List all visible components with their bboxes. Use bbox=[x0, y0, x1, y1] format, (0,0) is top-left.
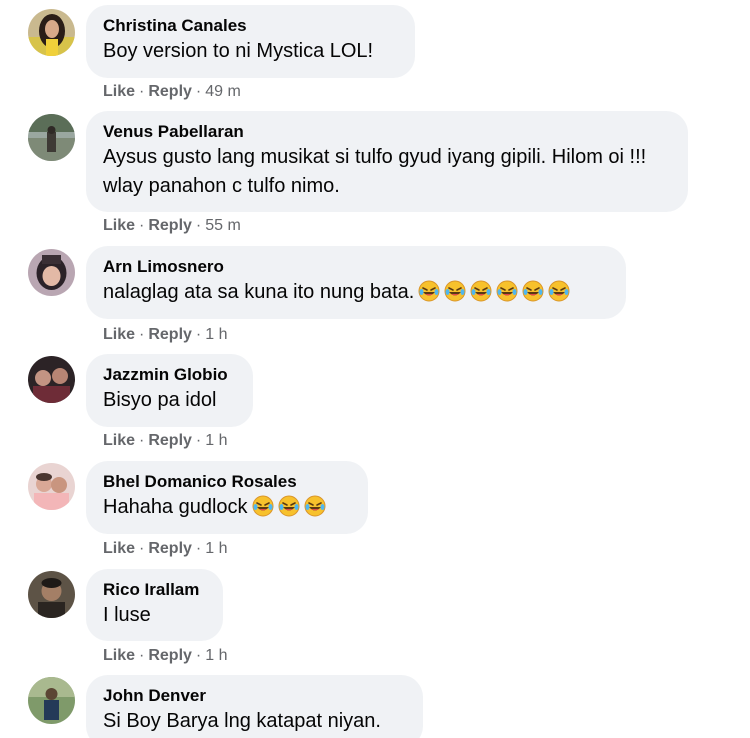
comment-author[interactable]: John Denver bbox=[103, 685, 406, 707]
comment-actions: Like · Reply · 49 m bbox=[103, 82, 241, 102]
comment-author[interactable]: Jazzmin Globio bbox=[103, 364, 236, 386]
comment-timestamp[interactable]: 1 h bbox=[205, 432, 227, 449]
comment-text: Si Boy Barya lng katapat niyan. bbox=[103, 710, 381, 732]
comment-actions: Like · Reply · 55 m bbox=[103, 216, 241, 236]
avatar-outdoor-icon bbox=[28, 677, 75, 724]
separator: · bbox=[139, 647, 145, 664]
comment-bubble: Venus Pabellaran Aysus gusto lang musika… bbox=[86, 111, 688, 212]
rolling-on-floor-laughing-emoji bbox=[522, 280, 544, 302]
avatar[interactable] bbox=[28, 571, 75, 618]
separator: · bbox=[195, 647, 202, 664]
emoji-row bbox=[248, 495, 326, 518]
comment-bubble: Arn Limosnero nalaglag ata sa kuna ito n… bbox=[86, 246, 626, 319]
comment-text: nalaglag ata sa kuna ito nung bata. bbox=[103, 281, 415, 303]
reply-button[interactable]: Reply bbox=[148, 83, 192, 100]
comment-text: Hahaha gudlock bbox=[103, 496, 248, 518]
reply-button[interactable]: Reply bbox=[148, 326, 192, 343]
comment-list: Christina Canales Boy version to ni Myst… bbox=[0, 0, 750, 738]
comment-text-line: Hahaha gudlock bbox=[103, 493, 351, 522]
avatar[interactable] bbox=[28, 114, 75, 161]
comment-timestamp[interactable]: 1 h bbox=[205, 647, 227, 664]
avatar-group-icon bbox=[28, 356, 75, 403]
avatar-landscape-icon bbox=[28, 114, 75, 161]
comment-bubble: Christina Canales Boy version to ni Myst… bbox=[86, 5, 415, 78]
reply-button[interactable]: Reply bbox=[148, 432, 192, 449]
avatar[interactable] bbox=[28, 249, 75, 296]
comment-text: Boy version to ni Mystica LOL! bbox=[103, 40, 374, 62]
separator: · bbox=[139, 540, 145, 557]
separator: · bbox=[139, 83, 145, 100]
comment-author[interactable]: Bhel Domanico Rosales bbox=[103, 471, 351, 493]
comment-bubble: John Denver Si Boy Barya lng katapat niy… bbox=[86, 675, 423, 738]
rolling-on-floor-laughing-emoji bbox=[304, 495, 326, 517]
like-button[interactable]: Like bbox=[103, 540, 135, 557]
separator: · bbox=[139, 432, 145, 449]
like-button[interactable]: Like bbox=[103, 432, 135, 449]
comment-author[interactable]: Venus Pabellaran bbox=[103, 121, 671, 143]
like-button[interactable]: Like bbox=[103, 647, 135, 664]
comment-timestamp[interactable]: 1 h bbox=[205, 540, 227, 557]
separator: · bbox=[139, 217, 145, 234]
reply-button[interactable]: Reply bbox=[148, 540, 192, 557]
rolling-on-floor-laughing-emoji bbox=[444, 280, 466, 302]
rolling-on-floor-laughing-emoji bbox=[470, 280, 492, 302]
comment-timestamp[interactable]: 1 h bbox=[205, 326, 227, 343]
avatar[interactable] bbox=[28, 463, 75, 510]
comment-timestamp[interactable]: 49 m bbox=[205, 83, 241, 100]
rolling-on-floor-laughing-emoji bbox=[496, 280, 518, 302]
separator: · bbox=[195, 83, 202, 100]
emoji-row bbox=[414, 280, 570, 303]
like-button[interactable]: Like bbox=[103, 326, 135, 343]
comment-text: Bisyo pa idol bbox=[103, 389, 217, 411]
comment-bubble: Jazzmin Globio Bisyo pa idol bbox=[86, 354, 253, 427]
comment-author[interactable]: Arn Limosnero bbox=[103, 256, 609, 278]
comment-actions: Like · Reply · 1 h bbox=[103, 431, 228, 451]
comment-author[interactable]: Rico Irallam bbox=[103, 579, 206, 601]
rolling-on-floor-laughing-emoji bbox=[548, 280, 570, 302]
comment-actions: Like · Reply · 1 h bbox=[103, 539, 228, 559]
avatar[interactable] bbox=[28, 356, 75, 403]
comment-bubble: Bhel Domanico Rosales Hahaha gudlock bbox=[86, 461, 368, 534]
comment-timestamp[interactable]: 55 m bbox=[205, 217, 241, 234]
comment-author[interactable]: Christina Canales bbox=[103, 15, 398, 37]
like-button[interactable]: Like bbox=[103, 217, 135, 234]
comment-bubble: Rico Irallam I luse bbox=[86, 569, 223, 641]
comment-text: Aysus gusto lang musikat si tulfo gyud i… bbox=[103, 146, 647, 197]
separator: · bbox=[195, 432, 202, 449]
rolling-on-floor-laughing-emoji bbox=[418, 280, 440, 302]
avatar-couple-icon bbox=[28, 463, 75, 510]
reply-button[interactable]: Reply bbox=[148, 217, 192, 234]
comment-actions: Like · Reply · 1 h bbox=[103, 646, 228, 666]
separator: · bbox=[195, 540, 202, 557]
comment-text: I luse bbox=[103, 604, 151, 626]
reply-button[interactable]: Reply bbox=[148, 647, 192, 664]
rolling-on-floor-laughing-emoji bbox=[278, 495, 300, 517]
avatar-child-icon bbox=[28, 249, 75, 296]
avatar[interactable] bbox=[28, 677, 75, 724]
avatar-man-icon bbox=[28, 571, 75, 618]
comment-text-line: nalaglag ata sa kuna ito nung bata. bbox=[103, 278, 609, 307]
separator: · bbox=[195, 326, 202, 343]
avatar[interactable] bbox=[28, 9, 75, 56]
separator: · bbox=[195, 217, 202, 234]
separator: · bbox=[139, 326, 145, 343]
comment-actions: Like · Reply · 1 h bbox=[103, 325, 228, 345]
like-button[interactable]: Like bbox=[103, 83, 135, 100]
rolling-on-floor-laughing-emoji bbox=[252, 495, 274, 517]
avatar-woman-icon bbox=[28, 9, 75, 56]
